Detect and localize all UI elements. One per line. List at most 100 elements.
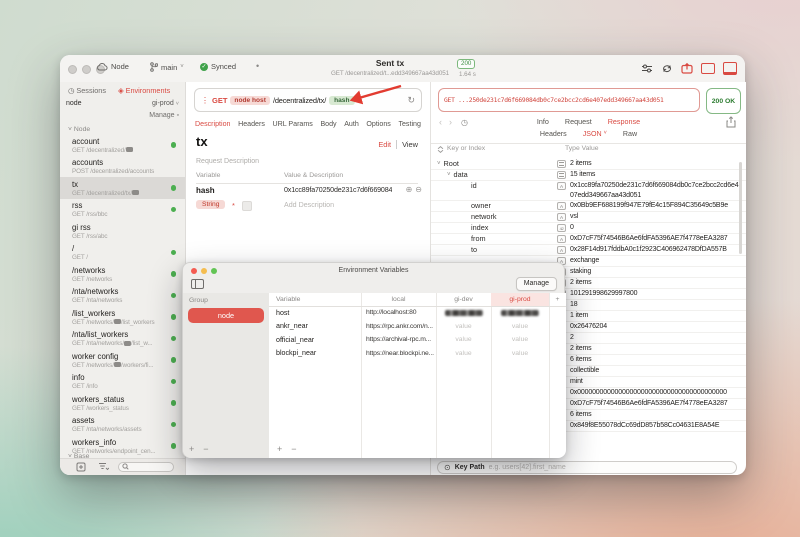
env-variable-row[interactable]: official_near https://archival-rpc.m... … [269,333,566,347]
variable-name[interactable]: official_near [269,333,361,347]
response-tab[interactable]: Response [608,117,640,126]
env-selector[interactable]: gi-prod ˅ [152,100,179,107]
hash-variable-pill[interactable]: hash [329,96,354,105]
layout-single-icon[interactable] [701,63,715,74]
project-selector[interactable]: Node [96,62,129,71]
close-button[interactable] [68,65,77,74]
modal-manage-button[interactable]: Manage [516,277,557,291]
json-tree-row[interactable]: ˅ id 0x1cc89fa70250de231c7d6f669084db0c7… [431,181,746,201]
layout-split-icon[interactable] [723,62,737,75]
gi-dev-value[interactable] [436,306,491,320]
sidebar-request-item[interactable]: /nta/networks GET /nta/networks [60,285,185,307]
manage-environments-button[interactable]: Manage ▫ [149,112,179,119]
gi-prod-value[interactable]: value [491,320,549,334]
share-icon[interactable] [726,116,736,128]
minimize-button[interactable] [82,65,91,74]
local-value[interactable]: https://archival-rpc.m... [361,333,436,347]
edit-button[interactable]: Edit [378,140,391,149]
gi-dev-value[interactable]: value [436,320,491,334]
export-window-icon[interactable] [681,63,693,74]
response-tab[interactable]: Request [565,117,592,126]
add-group-button[interactable]: + [189,444,194,454]
request-url-bar[interactable]: ⋮ GET node host /decentralized/tx/ hash … [194,88,422,112]
filter-icon[interactable] [98,462,109,472]
response-status-button[interactable]: 200 OK [706,88,741,114]
request-tab[interactable]: Testing [398,118,420,130]
branch-selector[interactable]: main ˅ [150,62,184,72]
sidebar-request-item[interactable]: accounts POST /decentralized/accounts [60,156,185,178]
insert-value-icon[interactable]: ⊕ [406,185,413,194]
new-request-icon[interactable] [76,462,86,472]
local-value[interactable]: https://near.blockpi.ne... [361,347,436,361]
host-variable-pill[interactable]: node host [230,96,270,105]
env-variable-row[interactable]: host http://localhost:80 [269,306,566,320]
local-value[interactable]: http://localhost:80 [361,306,436,320]
variable-name[interactable]: blockpi_near [269,347,361,361]
remove-value-icon[interactable]: ⊖ [415,185,422,194]
gi-prod-value[interactable] [491,306,549,320]
toggle-sidebar-icon[interactable] [191,279,204,289]
response-url-box[interactable]: GET ...250de231c7d6f669084db0c7ce2bcc2cd… [438,88,700,112]
json-tree-row[interactable]: ˅ from 0xD7cF75f74546B6Ae6fdFA5396AE7f47… [431,234,746,245]
gi-dev-value[interactable]: value [436,333,491,347]
variable-name[interactable]: ankr_near [269,320,361,334]
request-description-placeholder[interactable]: Request Description [196,158,259,165]
request-tab[interactable]: Headers [238,118,265,130]
gi-dev-value[interactable]: value [436,347,491,361]
sidebar-request-item[interactable]: /nta/list_workers GET /nta/networks//lis… [60,328,185,350]
json-tree-row[interactable]: ˅ network vsl [431,212,746,223]
variable-value[interactable]: 0x1cc89fa70250de231c7d6f669084d... [284,186,392,194]
variable-name[interactable]: hash [196,186,215,195]
request-tab[interactable]: Options [366,118,390,130]
json-tree-row[interactable]: ˅ index 0 [431,223,746,234]
remove-group-button[interactable]: − [203,444,208,454]
response-tab[interactable]: Info [537,117,549,126]
sidebar-request-item[interactable]: assets GET /nta/networks/assets [60,414,185,436]
column-gi-prod[interactable]: gi-prod [491,293,549,306]
expand-chevron-icon[interactable]: ˅ [447,170,451,180]
add-environment-button[interactable]: + [549,293,566,306]
send-refresh-icon[interactable]: ↻ [407,95,415,106]
tab-sessions[interactable]: ◷ Sessions [68,86,106,95]
sidebar-request-item[interactable]: rss GET /rss/bbc [60,199,185,221]
request-tab[interactable]: Body [320,118,336,130]
variable-checkbox[interactable] [242,201,252,211]
request-tab[interactable]: Description [195,118,230,130]
sidebar-request-item[interactable]: /networks GET /networks [60,263,185,285]
sidebar-request-item[interactable]: /list_workers GET /networks//list_worker… [60,306,185,328]
sidebar-request-item[interactable]: tx GET /decentralized/tx/ [60,177,185,199]
sync-status[interactable]: ✓ Synced [200,62,236,71]
json-tree-row[interactable]: ˅ owner 0x0Bb9EF688199f947E79fE4c15F894C… [431,201,746,212]
add-variable-button[interactable]: + [277,444,282,454]
json-tree-row[interactable]: ˅ to 0x28F14d917fddbA0c1f2923C406962478D… [431,245,746,256]
variable-type-pill[interactable]: String [196,200,225,209]
request-method[interactable]: GET [212,96,227,105]
env-variable-row[interactable]: ankr_near https://rpc.ankr.com/n... valu… [269,320,566,334]
sync-arrows-icon[interactable] [661,63,673,74]
local-value[interactable]: https://rpc.ankr.com/n... [361,320,436,334]
json-tree-row[interactable]: ˅ data 15 items [431,170,746,181]
sidebar-request-item[interactable]: / GET / [60,242,185,264]
variable-name[interactable]: host [269,306,361,320]
format-tab[interactable]: Headers ˅ [540,130,567,138]
sidebar-request-item[interactable]: worker config GET /networks//workers/fi.… [60,349,185,371]
format-tab[interactable]: JSON ˅ [583,130,607,138]
collapse-all-icon[interactable] [437,146,444,153]
json-tree-row[interactable]: ˅ Root 2 items [431,159,746,170]
tab-environments[interactable]: ◈ Environments [118,86,170,95]
add-description-placeholder[interactable]: Add Description [284,201,334,209]
column-gi-dev[interactable]: gi-dev [436,293,491,306]
request-group-header[interactable]: ˅ Node [68,126,90,133]
request-tab[interactable]: Auth [344,118,359,130]
gi-prod-value[interactable]: value [491,333,549,347]
sidebar-request-item[interactable]: info GET /info [60,371,185,393]
sidebar-request-item[interactable]: account GET /decentralized/ [60,134,185,156]
request-tab[interactable]: URL Params [273,118,313,130]
url-path[interactable]: /decentralized/tx/ [273,96,326,105]
sidebar-request-item[interactable]: gi rss GET /rss/abc [60,220,185,242]
expand-chevron-icon[interactable]: ˅ [437,159,441,169]
env-variable-row[interactable]: blockpi_near https://near.blockpi.ne... … [269,347,566,361]
gi-prod-value[interactable]: value [491,347,549,361]
group-item[interactable]: node [188,308,264,323]
scrollbar[interactable] [739,162,742,254]
